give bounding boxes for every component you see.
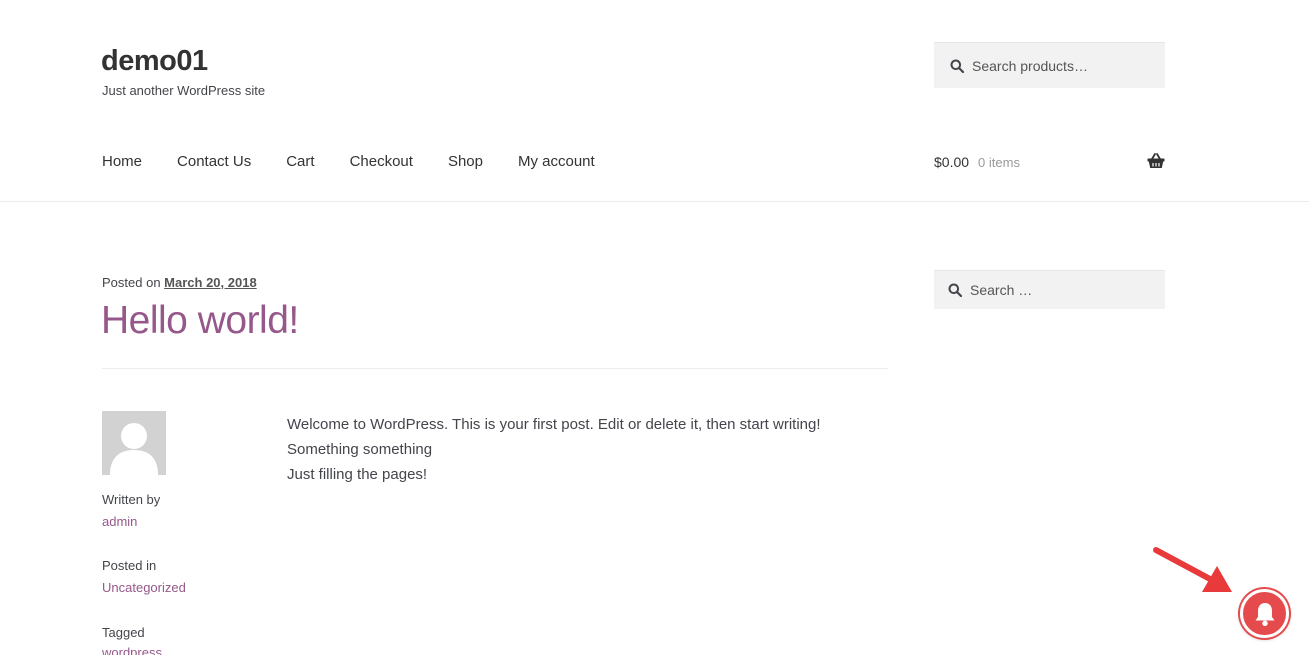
post-divider — [102, 368, 888, 369]
avatar-icon — [102, 411, 166, 475]
post-title[interactable]: Hello world! — [101, 298, 299, 344]
basket-icon — [1147, 153, 1165, 168]
product-search-placeholder: Search products… — [972, 57, 1088, 74]
post-date-meta: Posted on March 20, 2018 — [102, 275, 257, 290]
post-date-link[interactable]: March 20, 2018 — [164, 275, 257, 290]
header-cart[interactable]: $0.00 0 items — [934, 152, 1165, 172]
notification-bell-button[interactable] — [1240, 589, 1289, 638]
tagged-label: Tagged — [102, 625, 145, 640]
nav-item-my-account[interactable]: My account — [518, 152, 595, 172]
post-paragraph: Welcome to WordPress. This is your first… — [287, 416, 821, 433]
nav-item-contact-us[interactable]: Contact Us — [177, 152, 251, 172]
product-search-input[interactable]: Search products… — [934, 42, 1165, 88]
author-link[interactable]: admin — [102, 514, 137, 529]
arrow-icon — [1153, 547, 1232, 592]
written-by-label: Written by — [102, 492, 161, 507]
sidebar-search-input[interactable]: Search … — [934, 270, 1165, 309]
tag-link[interactable]: wordpress — [102, 645, 162, 655]
search-icon — [948, 283, 962, 297]
cart-amount: $0.00 — [934, 154, 970, 170]
category-link[interactable]: Uncategorized — [102, 580, 186, 595]
main-navigation: Home Contact Us Cart Checkout Shop My ac… — [102, 152, 595, 172]
post-paragraph: Just filling the pages! — [287, 466, 428, 483]
cart-count: 0 items — [978, 154, 1020, 170]
nav-item-cart[interactable]: Cart — [286, 152, 314, 172]
header-divider — [0, 201, 1309, 202]
sidebar-search-placeholder: Search … — [970, 282, 1033, 298]
nav-item-checkout[interactable]: Checkout — [350, 152, 413, 172]
posted-in-label: Posted in — [102, 558, 157, 573]
post-paragraph: Something something — [287, 441, 433, 458]
site-title[interactable]: demo01 — [101, 44, 208, 78]
posted-on-label: Posted on — [102, 275, 161, 290]
post-content: Welcome to WordPress. This is your first… — [287, 412, 821, 487]
nav-item-home[interactable]: Home — [102, 152, 142, 172]
page: demo01 Just another WordPress site Searc… — [0, 0, 1309, 655]
author-avatar — [102, 411, 166, 475]
site-tagline: Just another WordPress site — [102, 83, 266, 98]
bell-icon — [1255, 602, 1274, 626]
nav-item-shop[interactable]: Shop — [448, 152, 483, 172]
search-icon — [950, 59, 964, 73]
